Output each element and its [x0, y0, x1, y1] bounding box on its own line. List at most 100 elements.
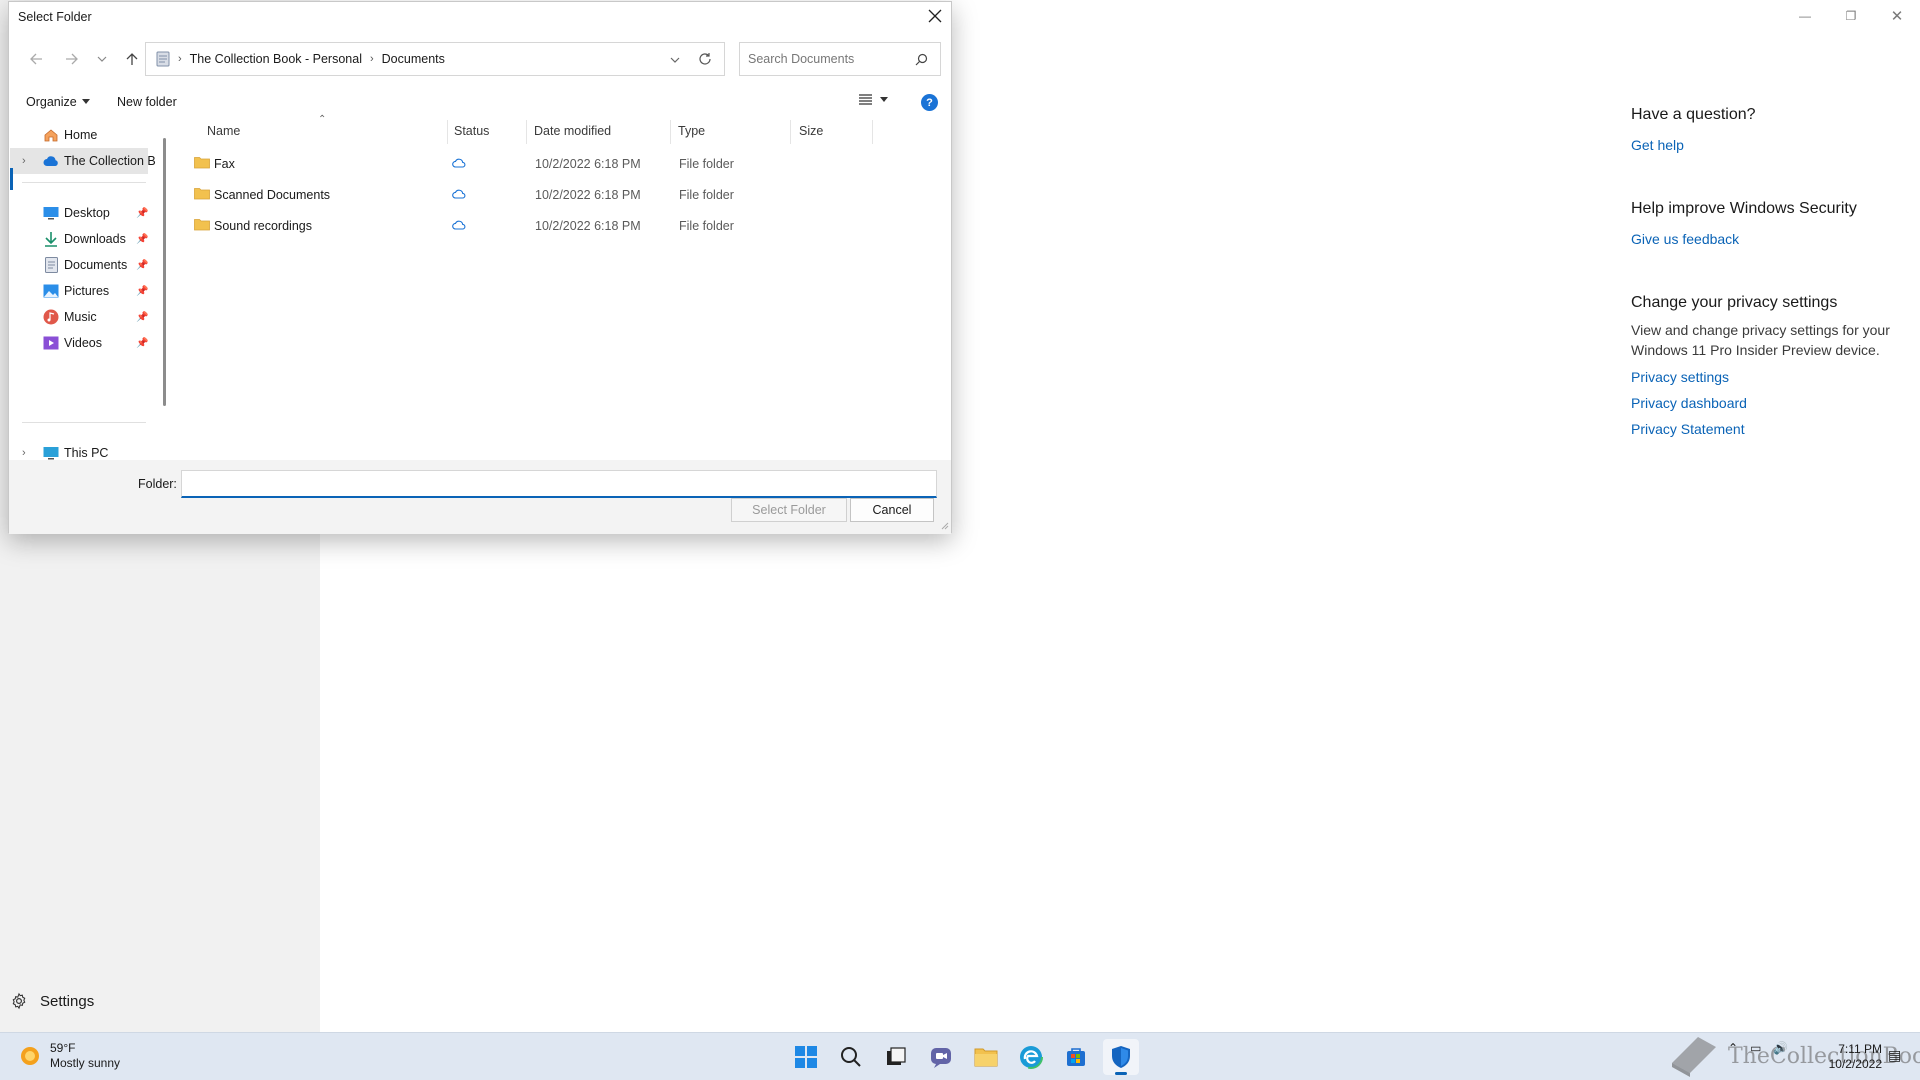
close-window-button[interactable]: ✕ — [1874, 4, 1920, 28]
nav-item-desktop[interactable]: Desktop 📌 — [10, 200, 156, 226]
clock[interactable]: 7:11 PM 10/2/2022 — [1816, 1042, 1882, 1072]
search-icon — [915, 53, 928, 66]
videos-icon — [43, 335, 59, 351]
volume-icon[interactable]: 🔊 — [1773, 1041, 1788, 1055]
settings-nav-item[interactable]: Settings — [10, 992, 94, 1010]
view-options-button[interactable] — [859, 94, 888, 105]
chevron-right-icon: › — [22, 447, 26, 459]
chevron-up-icon: ⌃ — [1728, 1041, 1739, 1055]
windows-security-button[interactable] — [1103, 1039, 1139, 1075]
file-name: Scanned Documents — [214, 188, 331, 202]
nav-divider — [22, 422, 146, 423]
get-help-link[interactable]: Get help — [1631, 132, 1891, 158]
privacy-dashboard-link[interactable]: Privacy dashboard — [1631, 390, 1891, 416]
resize-grip-icon[interactable] — [941, 522, 949, 530]
nav-item-this-pc[interactable]: › This PC — [10, 440, 156, 460]
new-folder-button[interactable]: New folder — [117, 95, 177, 109]
folder-name-input[interactable] — [181, 470, 937, 498]
refresh-button[interactable] — [698, 52, 712, 69]
privacy-settings-link[interactable]: Privacy settings — [1631, 364, 1891, 390]
chat-button[interactable] — [923, 1039, 959, 1075]
watermark-logo: TheCollectionBook — [1668, 1033, 1920, 1079]
column-divider[interactable] — [526, 120, 527, 144]
task-view-button[interactable] — [878, 1039, 914, 1075]
navigation-pane: Home › The Collection B Desktop 📌 Downlo… — [10, 120, 156, 460]
nav-item-downloads[interactable]: Downloads 📌 — [10, 226, 156, 252]
search-input[interactable] — [748, 52, 908, 66]
dialog-title: Select Folder — [18, 10, 92, 24]
cloud-status-icon — [452, 219, 466, 233]
help-icon: ? — [926, 96, 933, 109]
column-divider[interactable] — [872, 120, 873, 144]
store-icon — [1067, 1048, 1085, 1066]
nav-item-label: Documents — [64, 258, 128, 272]
breadcrumb-separator-icon: › — [369, 53, 374, 65]
address-bar[interactable]: › The Collection Book - Personal › Docum… — [145, 42, 725, 76]
file-explorer-button[interactable] — [968, 1039, 1004, 1075]
window-controls: — ❐ ✕ — [1782, 4, 1920, 28]
search-box[interactable] — [739, 42, 941, 76]
restore-button[interactable]: ❐ — [1828, 4, 1874, 28]
organize-label: Organize — [26, 95, 77, 109]
file-row[interactable]: Scanned Documents 10/2/2022 6:18 PM File… — [172, 180, 872, 210]
show-hidden-icons-button[interactable]: ⌃ — [1728, 1041, 1738, 1055]
column-header-size[interactable]: Size — [799, 124, 823, 138]
dialog-close-button[interactable] — [923, 4, 947, 28]
file-row[interactable]: Fax 10/2/2022 6:18 PM File folder — [172, 149, 872, 179]
column-divider[interactable] — [790, 120, 791, 144]
edge-button[interactable] — [1013, 1039, 1049, 1075]
column-divider[interactable] — [670, 120, 671, 144]
select-folder-button[interactable]: Select Folder — [731, 498, 847, 522]
network-icon[interactable]: ▭ — [1750, 1041, 1761, 1055]
column-header-date[interactable]: Date modified — [534, 124, 611, 138]
column-header-status[interactable]: Status — [454, 124, 489, 138]
nav-item-music[interactable]: Music 📌 — [10, 304, 156, 330]
column-header-name[interactable]: Name — [207, 124, 240, 138]
notification-icon[interactable]: ▤ — [1888, 1047, 1901, 1064]
arrow-up-icon — [126, 53, 138, 65]
file-type: File folder — [679, 157, 734, 171]
minimize-button[interactable]: — — [1782, 4, 1828, 28]
cloud-status-icon — [452, 157, 466, 171]
arrow-left-icon — [30, 53, 42, 65]
start-button[interactable] — [788, 1039, 824, 1075]
home-icon — [43, 127, 59, 143]
column-header-type[interactable]: Type — [678, 124, 705, 138]
nav-item-documents[interactable]: Documents 📌 — [10, 252, 156, 278]
nav-item-label: Desktop — [64, 206, 110, 220]
address-history-button[interactable] — [670, 54, 680, 68]
taskbar: 59°F Mostly sunny TheCollectionBook ⌃ ▭ … — [0, 1032, 1920, 1080]
file-name: Sound recordings — [214, 219, 312, 233]
back-button[interactable] — [23, 42, 49, 76]
organize-button[interactable]: Organize — [26, 95, 90, 109]
pin-icon: 📌 — [136, 285, 149, 297]
task-view-icon — [887, 1047, 906, 1065]
up-button[interactable] — [119, 42, 145, 76]
nav-scrollbar[interactable] — [163, 138, 166, 406]
help-button[interactable]: ? — [921, 94, 938, 111]
feedback-link[interactable]: Give us feedback — [1631, 226, 1891, 252]
privacy-statement-link[interactable]: Privacy Statement — [1631, 416, 1891, 442]
pin-icon: 📌 — [136, 337, 149, 349]
column-divider[interactable] — [447, 120, 448, 144]
breadcrumb-documents[interactable]: Documents — [382, 52, 445, 66]
arrow-right-icon — [66, 53, 78, 65]
column-headers: Name ⌃ Status Date modified Type Size — [172, 114, 952, 144]
cancel-button[interactable]: Cancel — [850, 498, 934, 522]
store-button[interactable] — [1058, 1039, 1094, 1075]
music-icon — [43, 309, 59, 325]
search-button[interactable] — [833, 1039, 869, 1075]
weather-widget[interactable]: 59°F Mostly sunny — [18, 1041, 120, 1071]
documents-icon — [156, 51, 170, 67]
nav-item-pictures[interactable]: Pictures 📌 — [10, 278, 156, 304]
desktop-icon — [43, 205, 59, 221]
nav-item-videos[interactable]: Videos 📌 — [10, 330, 156, 356]
forward-button[interactable] — [59, 42, 85, 76]
close-icon: ✕ — [1890, 8, 1904, 25]
file-row[interactable]: Sound recordings 10/2/2022 6:18 PM File … — [172, 211, 872, 241]
nav-item-home[interactable]: Home — [10, 122, 156, 148]
file-name: Fax — [214, 157, 235, 171]
recent-locations-button[interactable] — [89, 42, 115, 76]
nav-item-onedrive[interactable]: › The Collection B — [10, 148, 156, 174]
breadcrumb-onedrive[interactable]: The Collection Book - Personal — [190, 52, 362, 66]
